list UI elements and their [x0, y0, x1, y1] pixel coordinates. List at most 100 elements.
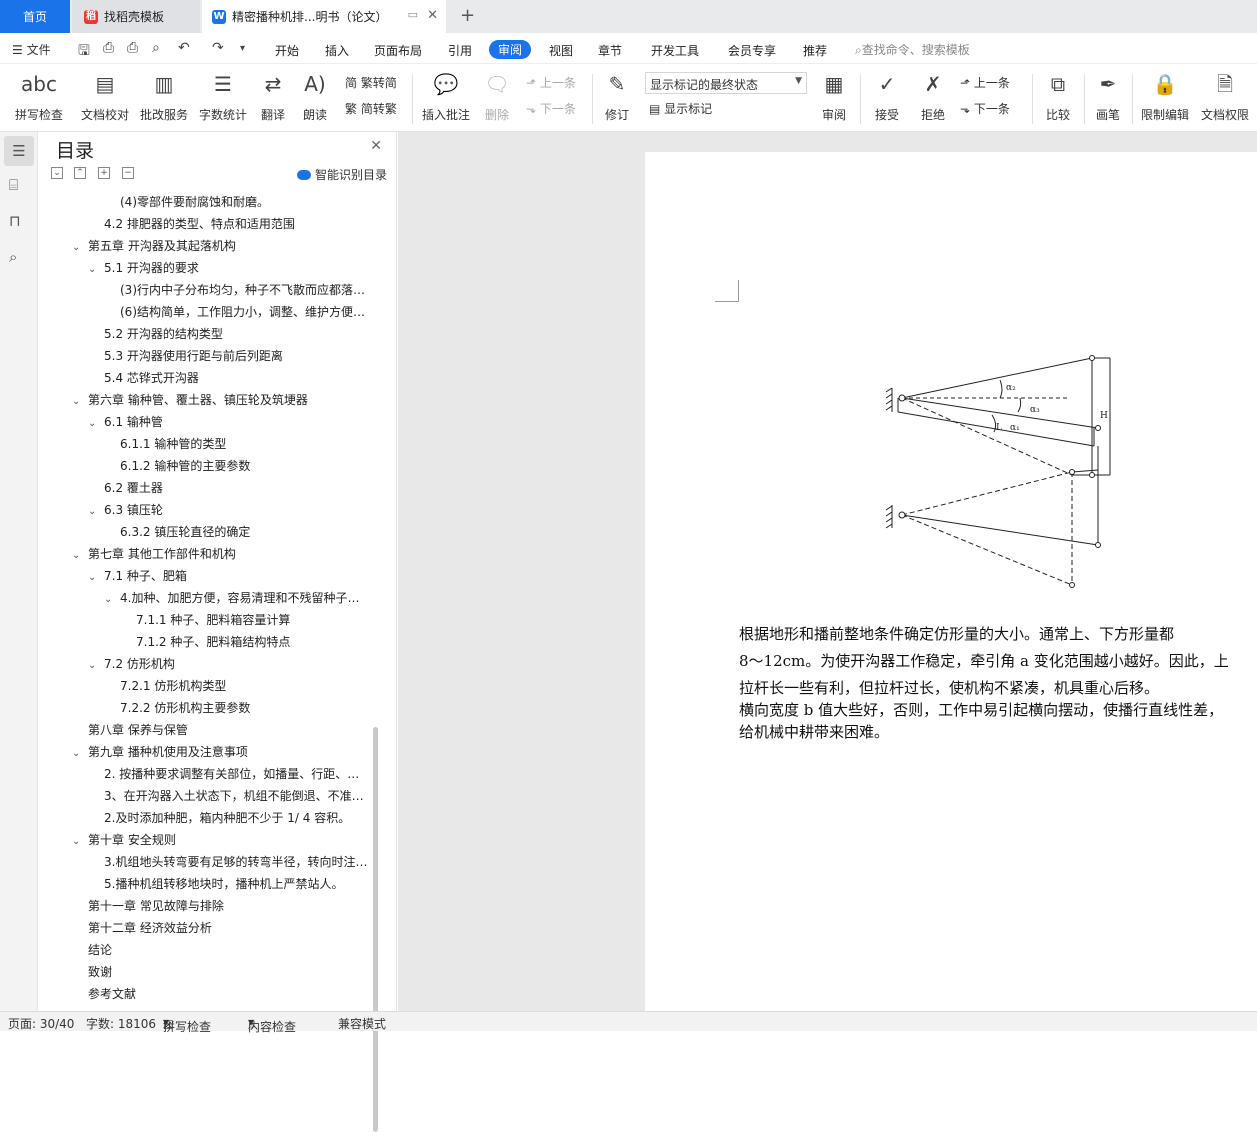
- search-icon[interactable]: ⌕: [9, 248, 17, 266]
- menu-recommend[interactable]: 推荐: [803, 42, 827, 59]
- toc-item[interactable]: 5.2 开沟器的结构类型: [104, 323, 368, 345]
- toc-item[interactable]: 7.1.2 种子、肥料箱结构特点: [136, 631, 368, 653]
- chevron-down-icon[interactable]: ⌄: [88, 501, 104, 521]
- toc-item[interactable]: 5.3 开沟器使用行距与前后列距离: [104, 345, 368, 367]
- toc-item[interactable]: 第八章 保养与保管: [88, 719, 368, 741]
- doc-permission-button[interactable]: 🗎 文档权限: [1198, 70, 1252, 123]
- chevron-down-icon[interactable]: ⌄: [88, 259, 104, 279]
- page-indicator[interactable]: 页面: 30/40: [8, 1015, 74, 1032]
- toc-item[interactable]: ⌄ 7.2 仿形机构: [88, 653, 368, 675]
- new-tab-plus-icon[interactable]: +: [460, 5, 475, 26]
- toc-item[interactable]: ⌄ 第五章 开沟器及其起落机构: [72, 235, 368, 257]
- add-heading-icon[interactable]: +: [98, 167, 110, 179]
- undo-icon[interactable]: ↶: [178, 40, 190, 56]
- insert-comment-button[interactable]: 💬 插入批注: [420, 70, 472, 123]
- toc-item[interactable]: 6.3.2 镇压轮直径的确定: [120, 521, 368, 543]
- reject-button[interactable]: ✗ 拒绝: [914, 70, 952, 123]
- toc-panel-icon[interactable]: ☰: [4, 136, 34, 166]
- toc-item[interactable]: 4.2 排肥器的类型、特点和适用范围: [104, 213, 368, 235]
- toc-item[interactable]: 7.2.1 仿形机构类型: [120, 675, 368, 697]
- chevron-down-icon[interactable]: ⌄: [72, 831, 88, 851]
- toc-item[interactable]: 参考文献: [88, 983, 368, 1005]
- word-count-indicator[interactable]: 字数: 18106: [86, 1015, 156, 1032]
- toc-item[interactable]: ⌄ 第七章 其他工作部件和机构: [72, 543, 368, 565]
- restrict-edit-button[interactable]: 🔒 限制编辑: [1138, 70, 1192, 123]
- chevron-down-icon[interactable]: ⌄: [104, 589, 120, 609]
- toc-item[interactable]: ⌄ 第九章 播种机使用及注意事项: [72, 741, 368, 763]
- status-spell-check[interactable]: ☒ 拼写检查 ▾: [163, 1015, 211, 1034]
- close-icon[interactable]: ✕: [427, 8, 438, 23]
- menu-page-layout[interactable]: 页面布局: [374, 42, 422, 59]
- collapse-all-icon[interactable]: ⌄: [51, 167, 63, 179]
- compare-button[interactable]: ⧉ 比较: [1038, 70, 1078, 123]
- print-preview-icon[interactable]: ⌕: [152, 40, 160, 56]
- quick-access-dropdown-icon[interactable]: ▾: [240, 43, 245, 54]
- toc-item[interactable]: 3、在开沟器入土状态下，机组不能倒退、不准转弯。: [104, 785, 368, 807]
- spell-check-button[interactable]: abc 拼写检查: [8, 70, 70, 123]
- menu-start[interactable]: 开始: [275, 42, 299, 59]
- chevron-down-icon[interactable]: ⌄: [72, 545, 88, 565]
- tab-home[interactable]: 首页: [0, 0, 70, 33]
- status-content-check[interactable]: ⌕ 内容检查 ▾: [248, 1015, 296, 1034]
- toc-item[interactable]: 2. 按播种要求调整有关部位，如播量、行距、深度。: [104, 763, 368, 785]
- toc-item[interactable]: 2.及时添加种肥，箱内种肥不少于 1/ 4 容积。: [104, 807, 368, 829]
- menu-reference[interactable]: 引用: [448, 42, 472, 59]
- toc-item[interactable]: ⌄ 6.1 输种管: [88, 411, 368, 433]
- toc-item[interactable]: ⌄ 4.加种、加肥方便，容易清理和不残留种子或肥料。: [104, 587, 368, 609]
- chevron-down-icon[interactable]: ⌄: [88, 655, 104, 675]
- toc-item[interactable]: ⌄ 5.1 开沟器的要求: [88, 257, 368, 279]
- pen-button[interactable]: ✒ 画笔: [1090, 70, 1126, 123]
- toc-item[interactable]: 6.1.1 输种管的类型: [120, 433, 368, 455]
- toc-item[interactable]: ⌄ 7.1 种子、肥箱: [88, 565, 368, 587]
- toc-item[interactable]: ⌄ 第十章 安全规则: [72, 829, 368, 851]
- delete-comment-button[interactable]: 🗨 删除: [478, 70, 516, 123]
- menu-dev-tools[interactable]: 开发工具: [651, 42, 699, 59]
- markup-state-select[interactable]: 显示标记的最终状态 ▼: [645, 72, 807, 94]
- review-pane-button[interactable]: ▦ 审阅: [815, 70, 853, 123]
- chevron-down-icon[interactable]: ⌄: [88, 413, 104, 433]
- print-icon[interactable]: ⎙: [127, 40, 138, 56]
- prev-change-button[interactable]: ⬏ 上一条: [960, 74, 1010, 91]
- toc-item[interactable]: (4)零部件要耐腐蚀和耐磨。: [120, 191, 368, 213]
- simp-to-trad-button[interactable]: 繁 简转繁: [345, 100, 397, 117]
- file-menu[interactable]: ☰ 文件: [12, 41, 51, 58]
- toc-scrollbar[interactable]: [373, 727, 378, 1132]
- show-markup-button[interactable]: ▤ 显示标记: [649, 100, 712, 117]
- track-changes-button[interactable]: ✎ 修订: [598, 70, 636, 123]
- chevron-down-icon[interactable]: ⌄: [72, 391, 88, 411]
- tab-document[interactable]: W 精密播种机排...明书（论文） ▭ ✕: [202, 0, 446, 33]
- menu-chapter[interactable]: 章节: [598, 42, 622, 59]
- bookmark-icon[interactable]: ⊓: [9, 212, 21, 230]
- toc-item[interactable]: (3)行内中子分布均匀，种子不飞散而应都落在沟底。: [120, 279, 368, 301]
- chapter-nav-icon[interactable]: ⌸: [9, 176, 18, 194]
- next-change-button[interactable]: ⬎ 下一条: [960, 100, 1010, 117]
- tab-template[interactable]: 稻 找稻壳模板: [72, 0, 200, 33]
- toc-item[interactable]: 致谢: [88, 961, 368, 983]
- remove-heading-icon[interactable]: −: [122, 167, 134, 179]
- menu-view[interactable]: 视图: [549, 42, 573, 59]
- accept-button[interactable]: ✓ 接受: [868, 70, 906, 123]
- save-icon[interactable]: 🖫: [78, 40, 90, 64]
- toc-item[interactable]: 6.2 覆土器: [104, 477, 368, 499]
- smart-toc-button[interactable]: 智能识别目录: [297, 166, 387, 183]
- tab-float-icon[interactable]: ▭: [408, 8, 418, 21]
- toc-item[interactable]: 第十一章 常见故障与排除: [88, 895, 368, 917]
- command-search[interactable]: ⌕查找命令、搜索模板: [855, 41, 970, 58]
- trad-to-simp-button[interactable]: 简 繁转简: [345, 74, 397, 91]
- chevron-down-icon[interactable]: ⌄: [72, 237, 88, 257]
- toc-item[interactable]: 5.播种机组转移地块时，播种机上严禁站人。: [104, 873, 368, 895]
- toc-item[interactable]: 5.4 芯铧式开沟器: [104, 367, 368, 389]
- toc-item[interactable]: 结论: [88, 939, 368, 961]
- toc-item[interactable]: 7.2.2 仿形机构主要参数: [120, 697, 368, 719]
- toc-item[interactable]: 3.机组地头转弯要有足够的转弯半径，转向时注意安全。: [104, 851, 368, 873]
- batch-service-button[interactable]: ▥ 批改服务: [137, 70, 191, 123]
- close-icon[interactable]: ✕: [370, 138, 382, 154]
- toc-item[interactable]: 第十二章 经济效益分析: [88, 917, 368, 939]
- chevron-down-icon[interactable]: ⌄: [72, 743, 88, 763]
- toc-item[interactable]: 6.1.2 输种管的主要参数: [120, 455, 368, 477]
- menu-member[interactable]: 会员专享: [728, 42, 776, 59]
- toc-item[interactable]: (6)结构简单，工作阻力小，调整、维护方便，使用可靠。: [120, 301, 368, 323]
- next-comment-button[interactable]: ⬎ 下一条: [526, 100, 576, 117]
- menu-review[interactable]: 审阅: [489, 40, 532, 59]
- toc-item[interactable]: ⌄ 6.3 镇压轮: [88, 499, 368, 521]
